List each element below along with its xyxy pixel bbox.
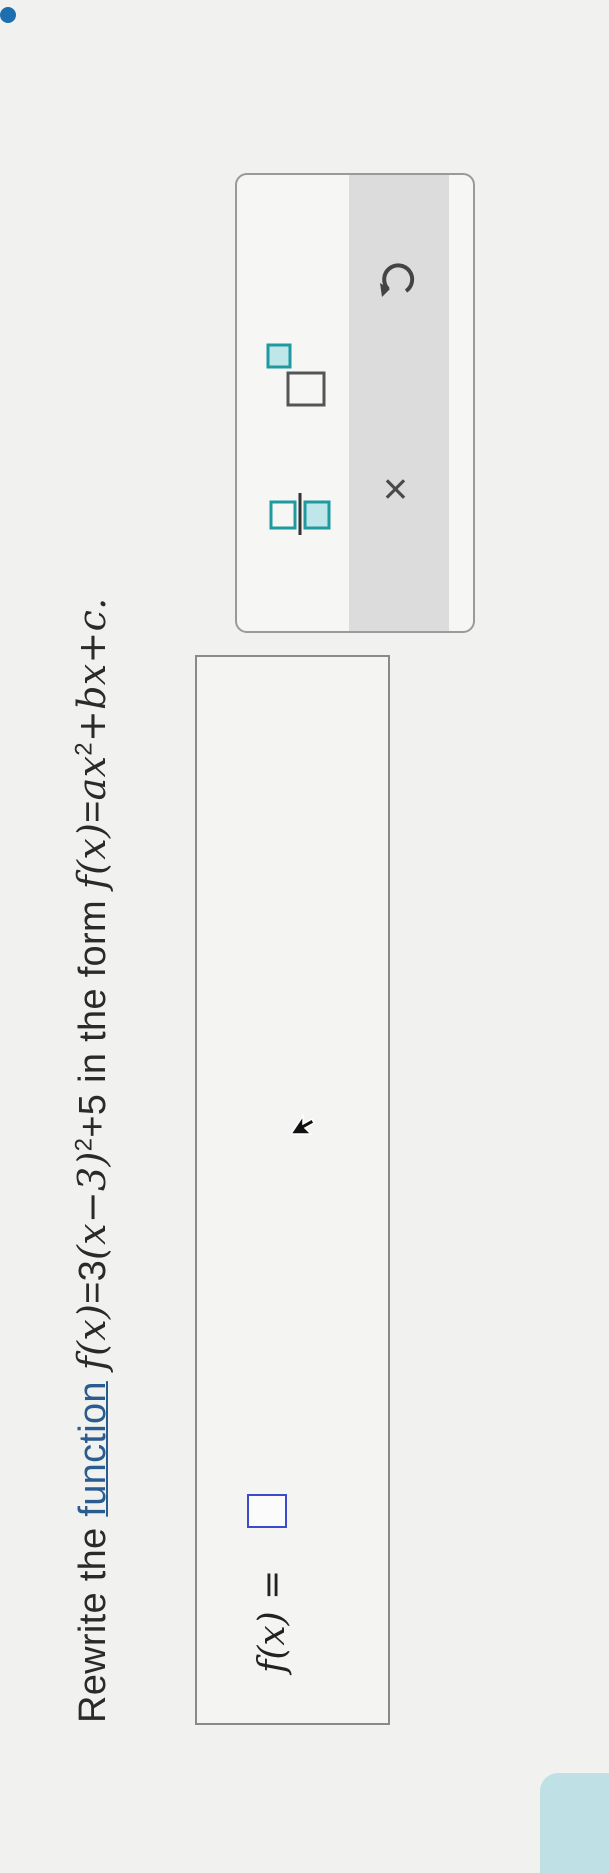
clear-button[interactable]: × [369, 462, 423, 516]
fraction-icon [269, 493, 331, 535]
question-prefix: Rewrite the [72, 1516, 114, 1724]
status-dot [0, 7, 16, 23]
given-inner: (x−3) [70, 1151, 114, 1260]
given-exp: 2 [70, 1137, 98, 1152]
page: Rewrite the function f(x)=3(x−3)2+5 in t… [0, 0, 609, 1873]
question-text: Rewrite the function f(x)=3(x−3)2+5 in t… [70, 597, 115, 1723]
math-palette: × [235, 173, 475, 633]
given-tail: +5 [72, 1093, 114, 1138]
target-exp: 2 [70, 742, 98, 756]
target-eq: = [72, 800, 114, 823]
question-middle: in the form [72, 889, 114, 1094]
given-eq: =3 [72, 1259, 114, 1304]
target-a: ax [70, 755, 114, 801]
superscript-icon [266, 343, 326, 407]
target-fx: f(x) [70, 822, 114, 890]
answer-area: f(x) = [195, 655, 390, 1725]
screen: Rewrite the function f(x)=3(x−3)2+5 in t… [0, 0, 609, 1873]
corner-tab [540, 1773, 609, 1873]
fraction-button[interactable] [267, 487, 333, 541]
palette-actions: × [349, 175, 449, 631]
answer-label: f(x) = [252, 1569, 293, 1673]
given-fx: f(x) [70, 1303, 114, 1371]
mouse-cursor-icon [289, 1113, 315, 1135]
answer-input[interactable] [247, 1494, 287, 1528]
superscript-button[interactable] [262, 341, 332, 411]
function-link[interactable]: function [72, 1381, 114, 1517]
target-rest: +bx+c. [70, 597, 114, 743]
palette-templates [237, 175, 349, 631]
undo-icon [380, 263, 415, 297]
undo-button[interactable] [371, 252, 425, 306]
